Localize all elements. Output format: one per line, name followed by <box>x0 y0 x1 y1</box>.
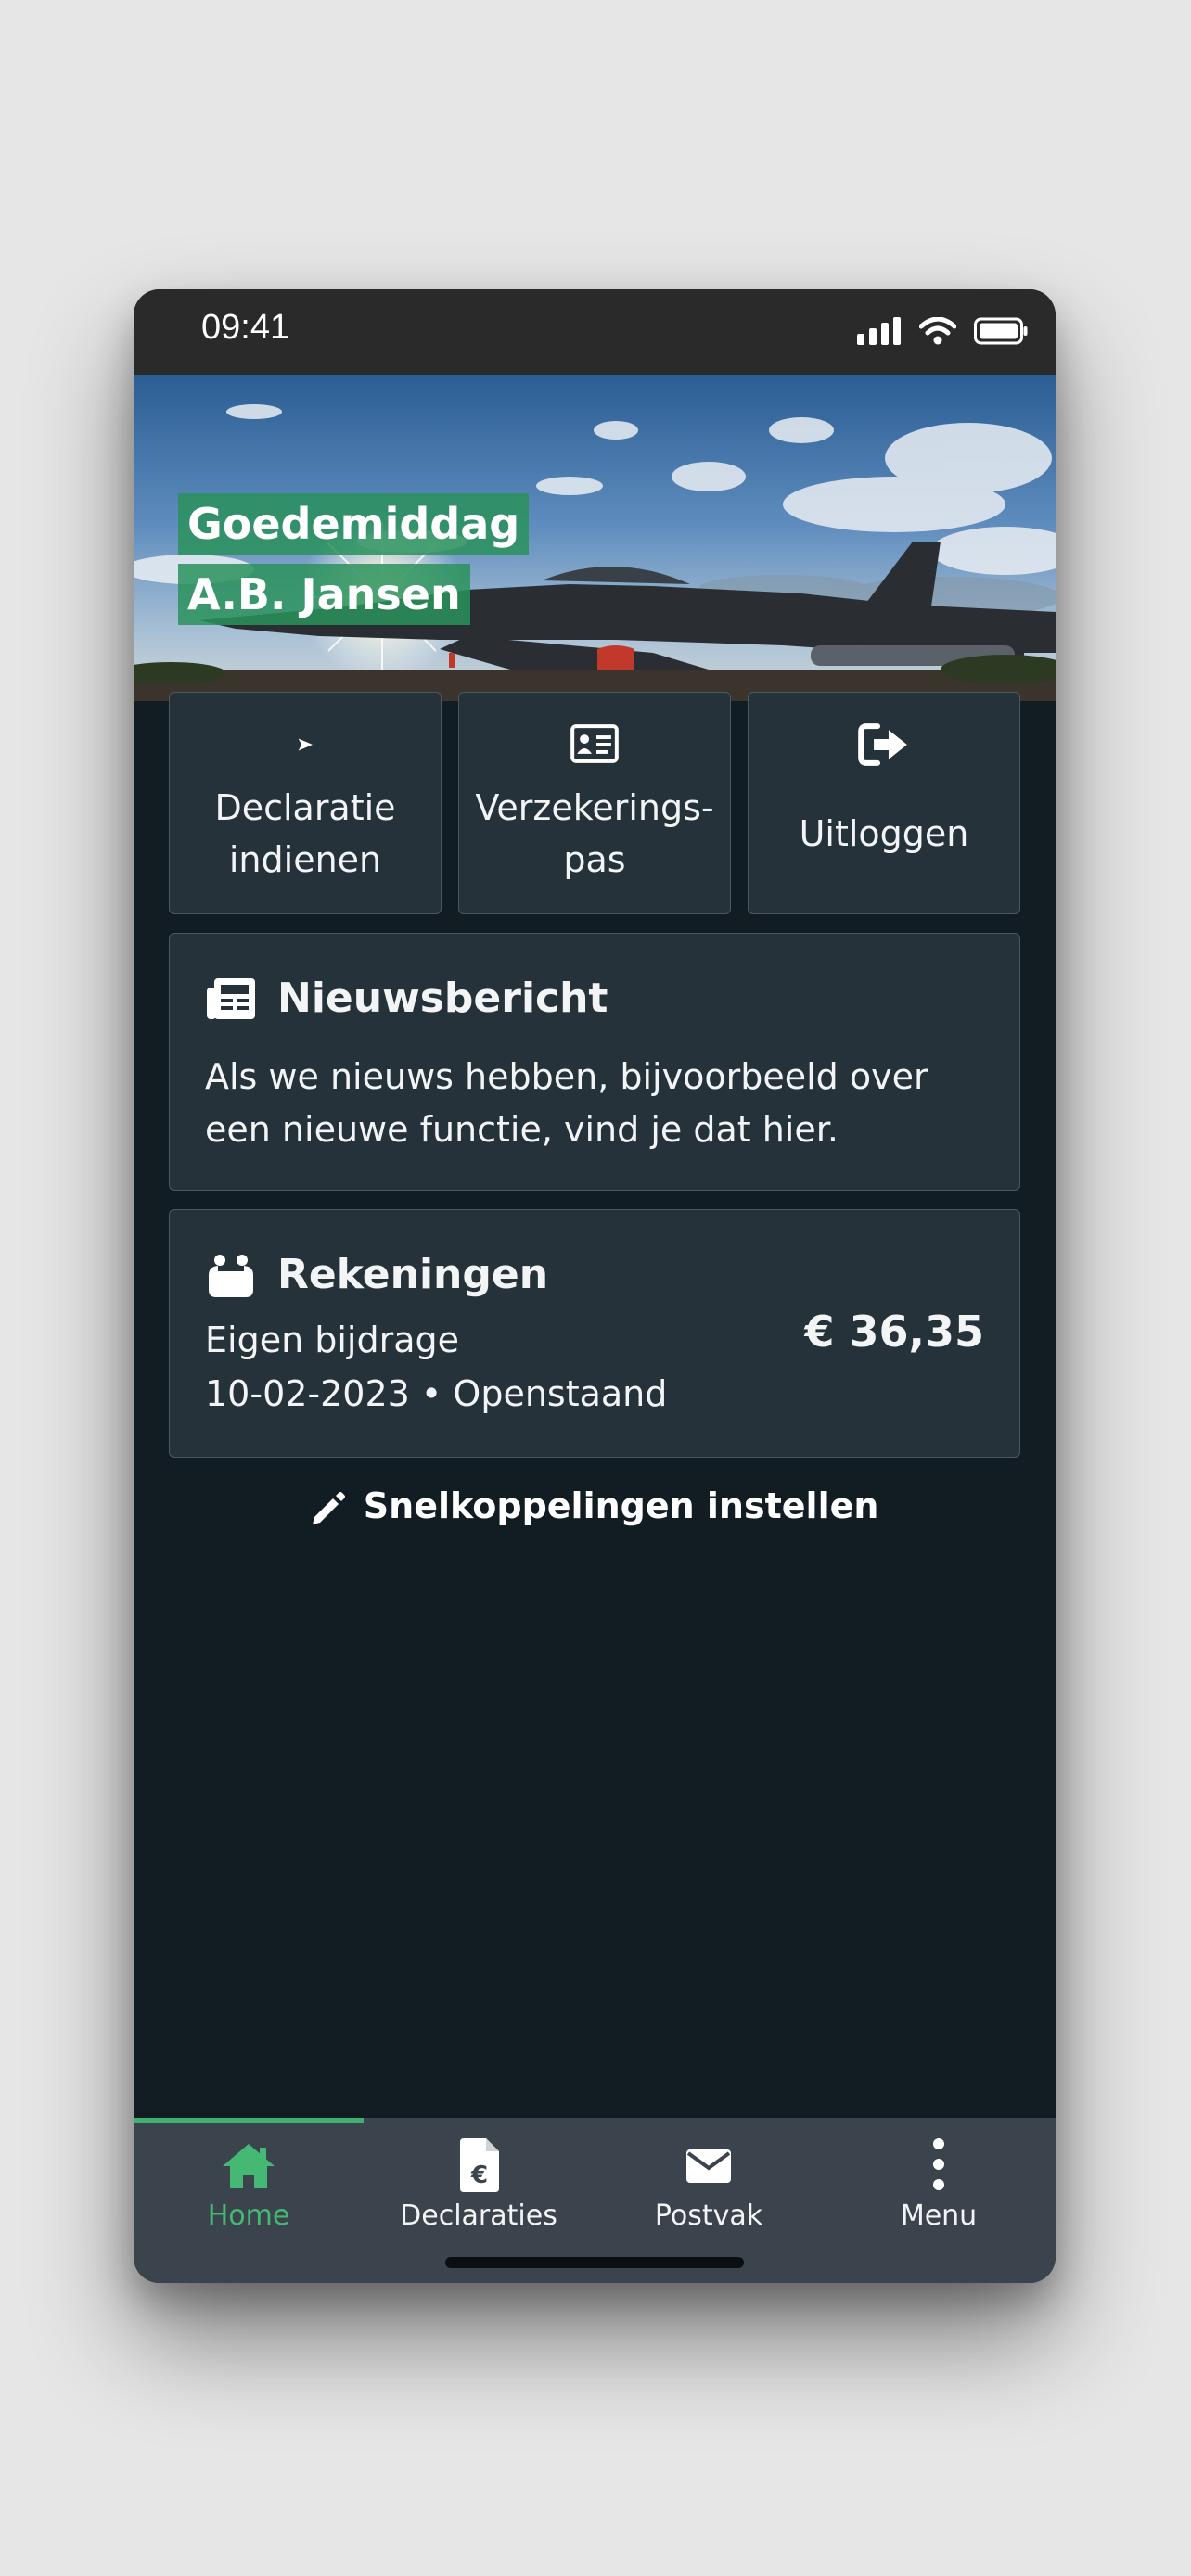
tab-postvak[interactable]: Postvak <box>594 2118 824 2248</box>
euro-document-icon: € <box>460 2138 499 2192</box>
user-name: A.B. Jansen <box>178 564 470 625</box>
bill-amount: € 36,35 <box>804 1307 984 1357</box>
hero-banner: Goedemiddag A.B. Jansen <box>134 375 1056 701</box>
tab-label: Declaraties <box>400 2200 557 2232</box>
vertical-dots-icon <box>933 2138 944 2190</box>
bill-description: Eigen bijdrage <box>205 1320 459 1360</box>
svg-text:€: € <box>470 2162 488 2189</box>
bill-meta: 10-02-2023 • Openstaand <box>205 1373 668 1414</box>
status-bar: 09:41 <box>134 289 1056 375</box>
id-card-icon <box>570 724 619 763</box>
shortcut-label: Snelkoppelingen instellen <box>363 1486 879 1526</box>
battery-icon <box>974 317 1028 345</box>
pencil-icon <box>312 1491 345 1524</box>
tab-menu[interactable]: Menu <box>824 2118 1054 2248</box>
verzekeringspas-button[interactable]: Verzekerings- pas <box>458 692 731 914</box>
greeting-title: Goedemiddag <box>178 493 530 555</box>
tab-home[interactable]: Home <box>134 2118 364 2248</box>
piggy-bank-icon <box>209 1255 253 1297</box>
tab-label: Home <box>207 2200 290 2232</box>
bills-card[interactable]: Rekeningen Eigen bijdrage 10-02-2023 • O… <box>169 1209 1020 1458</box>
news-card[interactable]: Nieuwsbericht Als we nieuws hebben, bijv… <box>169 933 1020 1191</box>
tab-label: Menu <box>900 2200 978 2232</box>
tab-declaraties[interactable]: € Declaraties <box>364 2118 594 2248</box>
sign-out-icon <box>858 723 907 766</box>
declaratie-indienen-button[interactable]: Declaratie indienen <box>169 692 442 914</box>
tab-bar: Home € Declaraties Postvak Menu <box>134 2118 1056 2283</box>
tile-label: Declaratie indienen <box>214 787 396 880</box>
cellular-signal-icon <box>856 317 901 345</box>
status-icons <box>844 317 1028 351</box>
wifi-icon <box>918 317 956 345</box>
newspaper-icon <box>207 978 255 1019</box>
envelope-icon <box>686 2149 731 2183</box>
status-time: 09:41 <box>201 308 290 347</box>
home-indicator <box>445 2257 744 2268</box>
paper-plane-icon <box>298 738 313 751</box>
snelkoppelingen-instellen-link[interactable]: Snelkoppelingen instellen <box>134 1486 1056 1526</box>
home-icon <box>223 2144 275 2188</box>
news-title: Nieuwsbericht <box>277 975 608 1022</box>
bills-title: Rekeningen <box>277 1251 549 1298</box>
news-text: Als we nieuws hebben, bijvoorbeeld over … <box>205 1056 928 1150</box>
tile-label: Uitloggen <box>799 813 969 854</box>
tile-label: Verzekerings- pas <box>475 787 714 880</box>
tab-label: Postvak <box>654 2200 763 2232</box>
uitloggen-button[interactable]: Uitloggen <box>748 692 1020 914</box>
phone-screen: 09:41 Goedemiddag A.B. Jansen Declaratie… <box>134 289 1056 2283</box>
